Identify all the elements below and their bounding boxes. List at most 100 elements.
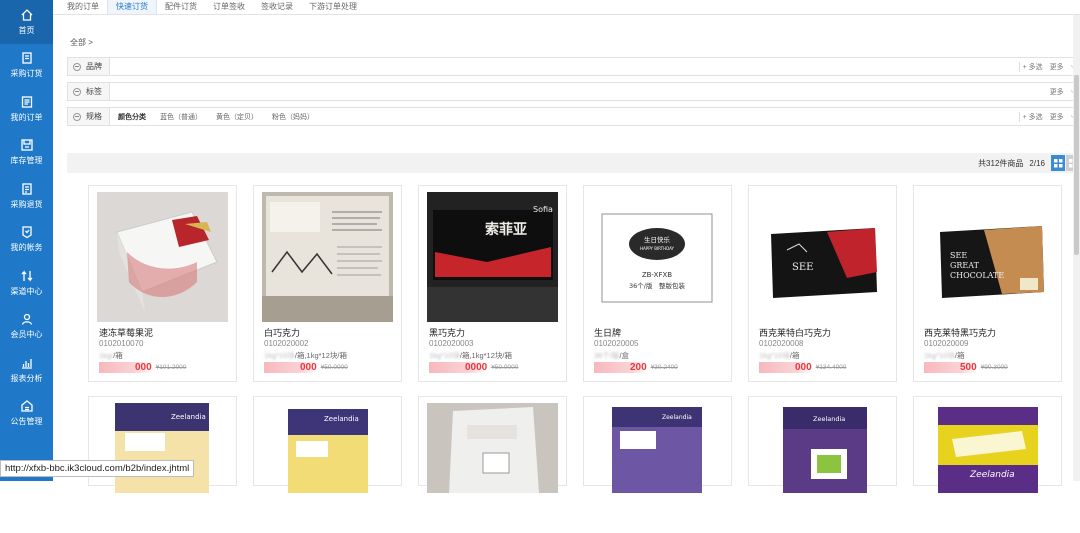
- orders-icon: [21, 96, 32, 108]
- collapse-icon: [73, 112, 81, 121]
- sidebar-item-purchase[interactable]: 采购订货: [0, 44, 53, 88]
- results-toolbar: 共312件商品 2/16: [67, 153, 1080, 173]
- see-logo-text: SEE: [950, 251, 967, 260]
- product-price: 200 ¥30.2400: [594, 362, 678, 373]
- sidebar-item-return[interactable]: 采购退货: [0, 174, 53, 218]
- filter-brand: 品牌 + 多选 更多 ⌵: [67, 57, 1080, 76]
- sidebar-item-label: 采购订货: [10, 69, 43, 79]
- birthday-desc: 36个/版 整版包装: [629, 281, 685, 290]
- tab-receipt-records[interactable]: 签收记录: [253, 0, 301, 14]
- tab-parts-order[interactable]: 配件订货: [157, 0, 205, 14]
- more-button[interactable]: 更多: [1050, 112, 1064, 122]
- product-name[interactable]: 速冻草莓果泥: [99, 326, 153, 339]
- home-icon: [21, 8, 32, 21]
- spec-option[interactable]: 粉色（妈妈）: [272, 112, 314, 122]
- product-card[interactable]: Zeelandia: [583, 396, 732, 493]
- sidebar-item-report[interactable]: 报表分析: [0, 348, 53, 392]
- brand-logo-text: Zeelandia: [662, 414, 692, 421]
- product-image[interactable]: [97, 192, 228, 322]
- product-card[interactable]: SEE GREAT CHOCOLATE 西克莱特黑巧克力 0102020009 …: [913, 185, 1062, 382]
- product-card[interactable]: Zeelandia: [913, 396, 1062, 493]
- sidebar-item-notice[interactable]: 公告管理: [0, 392, 53, 436]
- product-card[interactable]: 白巧克力 0102020002 1kg*10块/箱,1kg*12块/箱 000 ¥…: [253, 185, 402, 382]
- product-name[interactable]: 西克莱特黑巧克力: [924, 326, 996, 339]
- filter-spec-toggle[interactable]: 规格: [68, 108, 110, 125]
- notice-icon: [20, 400, 33, 412]
- tab-bar: 我的订单 快速订货 配件订货 订单签收 签收记录 下游订单处理: [53, 0, 1080, 15]
- scrollbar[interactable]: [1073, 15, 1080, 481]
- product-image[interactable]: SEE GREAT CHOCOLATE: [922, 192, 1053, 322]
- sidebar-item-account[interactable]: 我的帐务: [0, 218, 53, 262]
- product-price: 000 ¥134.4000: [759, 362, 846, 373]
- sidebar-item-label: 我的订单: [10, 112, 43, 122]
- tab-quick-order[interactable]: 快速订货: [107, 0, 157, 14]
- product-spec: 1kg*10块/箱: [924, 351, 965, 360]
- birthday-code: ZB-XFXB: [642, 271, 672, 279]
- more-button[interactable]: 更多: [1050, 87, 1064, 97]
- product-image[interactable]: [262, 192, 393, 322]
- more-button[interactable]: 更多: [1050, 62, 1064, 72]
- breadcrumb[interactable]: 全部 >: [70, 37, 93, 48]
- product-image[interactable]: 索菲亚 Sofia: [427, 192, 558, 322]
- product-code: 0102020005: [594, 339, 639, 348]
- grid-view-button[interactable]: [1051, 155, 1065, 171]
- tab-order-receipt[interactable]: 订单签收: [205, 0, 253, 14]
- birthday-badge-text: 生日快乐: [644, 235, 671, 244]
- tab-my-orders[interactable]: 我的订单: [59, 0, 107, 14]
- brand-logo-text: Zeelandia: [324, 415, 359, 423]
- product-price: 500 ¥90.3000: [924, 362, 1008, 373]
- product-card[interactable]: 速冻草莓果泥 0102010070 1kg//箱 000 ¥101.2000: [88, 185, 237, 382]
- sidebar-item-inventory[interactable]: 库存管理: [0, 131, 53, 175]
- spec-option[interactable]: 黄色（定贝）: [216, 112, 258, 122]
- product-code: 0102010070: [99, 339, 144, 348]
- filter-tag-toggle[interactable]: 标签: [68, 83, 110, 100]
- page-indicator: 2/16: [1029, 158, 1045, 168]
- filter-options: 颜色分类 蓝色（普通） 黄色（定贝） 粉色（妈妈）: [110, 112, 1019, 122]
- return-icon: [21, 183, 32, 195]
- sidebar-item-label: 报表分析: [10, 373, 43, 383]
- product-card[interactable]: 生日快乐 HAPPY BIRTHDAY ZB-XFXB 36个/版 整版包装 生…: [583, 185, 732, 382]
- sidebar: 首页 采购订货 我的订单 库存管理 采购退货 我的帐务 渠道中心 会员中心 报表…: [0, 0, 53, 481]
- spec-option[interactable]: 蓝色（普通）: [160, 112, 202, 122]
- product-code: 0102020008: [759, 339, 804, 348]
- product-spec: 1kg*10块/箱: [759, 351, 800, 360]
- product-image[interactable]: SEE: [757, 192, 888, 322]
- product-image[interactable]: Zeelandia: [592, 403, 723, 533]
- product-name[interactable]: 白巧克力: [264, 326, 300, 339]
- filter-tag: 标签 更多 ⌵: [67, 82, 1080, 101]
- see-logo-text: GREAT: [950, 261, 980, 270]
- sidebar-item-label: 渠道中心: [10, 286, 43, 296]
- product-image[interactable]: Zeelandia: [262, 403, 393, 533]
- sidebar-item-orders[interactable]: 我的订单: [0, 87, 53, 131]
- product-card[interactable]: Zeelandia: [748, 396, 897, 493]
- sidebar-item-channel[interactable]: 渠道中心: [0, 261, 53, 305]
- product-image[interactable]: [427, 403, 558, 533]
- birthday-badge-en: HAPPY BIRTHDAY: [640, 246, 674, 251]
- sidebar-item-home[interactable]: 首页: [0, 0, 53, 44]
- product-card[interactable]: Zeelandia: [253, 396, 402, 493]
- multi-select-button[interactable]: + 多选: [1018, 61, 1043, 72]
- product-name[interactable]: 西克莱特白巧克力: [759, 326, 831, 339]
- see-logo-text: SEE: [792, 262, 813, 273]
- see-logo-text: CHOCOLATE: [950, 271, 1004, 280]
- scrollbar-thumb[interactable]: [1074, 75, 1079, 255]
- collapse-icon: [73, 87, 81, 96]
- product-name[interactable]: 黑巧克力: [429, 326, 465, 339]
- product-card[interactable]: SEE 西克莱特白巧克力 0102020008 1kg*10块/箱 000 ¥13…: [748, 185, 897, 382]
- product-image[interactable]: Zeelandia: [922, 403, 1053, 533]
- product-image[interactable]: Zeelandia: [757, 403, 888, 533]
- spec-category-label: 颜色分类: [118, 113, 146, 121]
- filter-label: 品牌: [86, 62, 102, 71]
- product-price: 000 ¥50.0000: [264, 362, 348, 373]
- product-card[interactable]: [418, 396, 567, 493]
- tab-downstream-orders[interactable]: 下游订单处理: [301, 0, 365, 14]
- product-name[interactable]: 生日牌: [594, 326, 621, 339]
- filter-brand-toggle[interactable]: 品牌: [68, 58, 110, 75]
- collapse-icon: [73, 62, 81, 71]
- multi-select-button[interactable]: + 多选: [1018, 111, 1043, 122]
- product-card[interactable]: 索菲亚 Sofia 黑巧克力 0102020003 1kg*10块/箱,1kg*…: [418, 185, 567, 382]
- product-brand-text: Sofia: [533, 205, 553, 214]
- sidebar-item-member[interactable]: 会员中心: [0, 305, 53, 349]
- sidebar-item-label: 采购退货: [10, 199, 43, 209]
- product-image[interactable]: 生日快乐 HAPPY BIRTHDAY ZB-XFXB 36个/版 整版包装: [592, 192, 723, 322]
